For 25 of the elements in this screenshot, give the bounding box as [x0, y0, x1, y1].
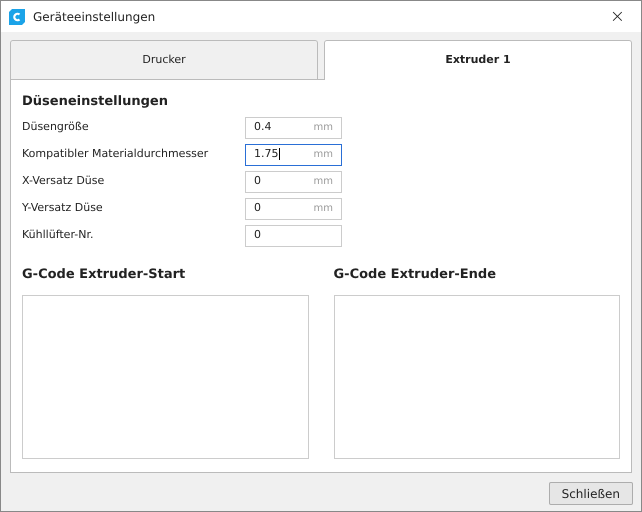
unit-label: mm [314, 202, 333, 216]
gcode-text-area[interactable] [22, 295, 308, 459]
gcode-title: G-Code Extruder-Ende [334, 266, 498, 284]
close-button[interactable]: × [602, 8, 633, 26]
input-field[interactable]: 0 [245, 224, 342, 246]
tab[interactable]: Drucker [10, 40, 318, 79]
field-label: Kühllüfter-Nr. [22, 227, 94, 244]
field-label: X-Versatz Düse [22, 173, 106, 190]
unit-label: mm [314, 121, 333, 135]
field-label: Düsengröße [22, 119, 90, 136]
input-field[interactable]: 1.75 mm [245, 144, 342, 166]
window-title: Geräteeinstellungen [33, 8, 156, 26]
gcode-title: G-Code Extruder-Start [22, 266, 186, 284]
close-dialog-button[interactable]: Schließen [548, 482, 633, 505]
input-field[interactable]: 0 mm [245, 170, 342, 192]
unit-label: mm [314, 148, 333, 162]
gcode-text-area[interactable] [334, 295, 620, 459]
field-label: Y-Versatz Düse [22, 200, 104, 216]
app-logo-icon [9, 8, 25, 24]
field-label: Kompatibler Materialdurchmesser [22, 146, 210, 162]
section-title: Düseneinstellungen [22, 93, 169, 111]
unit-label: mm [314, 175, 333, 189]
input-field[interactable]: 0.4 mm [245, 116, 342, 138]
tab[interactable]: Extruder 1 [324, 40, 632, 80]
input-field[interactable]: 0 mm [245, 198, 342, 220]
